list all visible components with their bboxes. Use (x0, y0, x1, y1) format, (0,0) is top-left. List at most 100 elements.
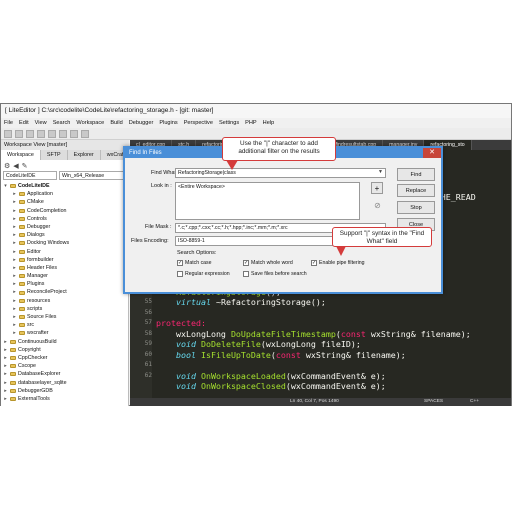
expand-arrow-icon[interactable]: ▸ (12, 190, 17, 198)
menu-file[interactable]: File (4, 118, 13, 128)
expand-arrow-icon[interactable]: ▸ (12, 313, 17, 321)
menu-search[interactable]: Search (53, 118, 71, 128)
tree-item[interactable]: ▸ CMake (3, 198, 127, 206)
expand-arrow-icon[interactable]: ▸ (12, 248, 17, 256)
match-whole-word-checkbox[interactable]: ✓ Match whole word (243, 260, 293, 266)
tree-item[interactable]: ▸ resources (3, 297, 127, 305)
configuration-combo[interactable]: Win_x64_Release (59, 171, 127, 180)
tree-item[interactable]: ▸ Application (3, 190, 127, 198)
clear-icon[interactable]: ⊘ (372, 200, 383, 211)
expand-arrow-icon[interactable]: ▸ (3, 395, 8, 403)
tab-workspace[interactable]: Workspace (1, 150, 41, 160)
enable-pipe-filtering-checkbox[interactable]: ✓ Enable pipe filtering (311, 260, 365, 266)
tree-item[interactable]: ▸ wxcrafter (3, 329, 127, 337)
wrench-icon[interactable]: ✎ (22, 162, 28, 170)
checkbox-box[interactable]: ✓ (243, 260, 249, 266)
expand-arrow-icon[interactable]: ▸ (12, 215, 17, 223)
menu-help[interactable]: Help (263, 118, 275, 128)
expand-arrow-icon[interactable]: ▸ (12, 256, 17, 264)
expand-arrow-icon[interactable]: ▸ (3, 379, 8, 387)
menu-plugins[interactable]: Plugins (159, 118, 177, 128)
tree-item[interactable]: ▸ Docking Windows (3, 239, 127, 247)
checkbox-box[interactable] (243, 271, 249, 277)
menu-settings[interactable]: Settings (219, 118, 239, 128)
tree-item[interactable]: ▸ Source Files (3, 313, 127, 321)
menu-debugger[interactable]: Debugger (129, 118, 154, 128)
open-file-icon[interactable] (15, 129, 23, 138)
chevron-down-icon[interactable]: ▼ (378, 169, 383, 175)
tree-item[interactable]: ▸ Controls (3, 215, 127, 223)
find-what-input[interactable]: RefactoringStorage|class (175, 168, 386, 178)
tree-item[interactable]: ▸ databaselayer_sqlite (3, 379, 127, 387)
expand-arrow-icon[interactable]: ▸ (12, 264, 17, 272)
expand-arrow-icon[interactable]: ▾ (3, 182, 8, 190)
regular-expression-checkbox[interactable]: Regular expression (177, 271, 230, 277)
tree-item[interactable]: ▸ CodeCompletion (3, 207, 127, 215)
expand-arrow-icon[interactable]: ▸ (12, 288, 17, 296)
find-button[interactable]: Find (397, 168, 435, 181)
expand-arrow-icon[interactable]: ▸ (12, 198, 17, 206)
expand-arrow-icon[interactable]: ▸ (12, 272, 17, 280)
expand-arrow-icon[interactable]: ▸ (3, 354, 8, 362)
project-combo[interactable]: CodeLiteIDE (3, 171, 57, 180)
tree-item[interactable]: ▸ formbuilder (3, 256, 127, 264)
expand-arrow-icon[interactable]: ▸ (3, 346, 8, 354)
tree-item[interactable]: ▸ Cscope (3, 362, 127, 370)
tree-item[interactable]: ▾ CodeLiteIDE (3, 182, 127, 190)
tree-item[interactable]: ▸ ContinuousBuild (3, 338, 127, 346)
menu-php[interactable]: PHP (245, 118, 257, 128)
debug-icon[interactable] (81, 129, 89, 138)
expand-arrow-icon[interactable]: ▸ (3, 362, 8, 370)
checkbox-box[interactable] (177, 271, 183, 277)
tab-explorer[interactable]: Explorer (68, 150, 101, 160)
menu-build[interactable]: Build (110, 118, 122, 128)
tree-item[interactable]: ▸ Editor (3, 248, 127, 256)
save-icon[interactable] (26, 129, 34, 138)
run-icon[interactable] (70, 129, 78, 138)
expand-arrow-icon[interactable]: ▸ (12, 280, 17, 288)
expand-arrow-icon[interactable]: ▸ (12, 239, 17, 247)
new-file-icon[interactable] (4, 129, 12, 138)
menu-view[interactable]: View (35, 118, 47, 128)
close-icon[interactable]: ✕ (423, 148, 441, 158)
checkbox-box[interactable]: ✓ (177, 260, 183, 266)
menu-edit[interactable]: Edit (19, 118, 29, 128)
tree-item[interactable]: ▸ DebuggerGDB (3, 387, 127, 395)
expand-arrow-icon[interactable]: ▸ (12, 297, 17, 305)
match-case-checkbox[interactable]: ✓ Match case (177, 260, 212, 266)
expand-arrow-icon[interactable]: ▸ (12, 305, 17, 313)
tree-item[interactable]: ▸ Manager (3, 272, 127, 280)
expand-arrow-icon[interactable]: ▸ (12, 223, 17, 231)
tree-item[interactable]: ▸ Copyright (3, 346, 127, 354)
tree-item[interactable]: ▸ Dialogs (3, 231, 127, 239)
replace-button[interactable]: Replace (397, 184, 435, 197)
tree-item[interactable]: ▸ DatabaseExplorer (3, 370, 127, 378)
tab-sftp[interactable]: SFTP (41, 150, 68, 160)
back-icon[interactable]: ◀ (13, 162, 18, 170)
build-icon[interactable] (59, 129, 67, 138)
tree-item[interactable]: ▸ scripts (3, 305, 127, 313)
tree-item[interactable]: ▸ src (3, 321, 127, 329)
expand-arrow-icon[interactable]: ▸ (12, 321, 17, 329)
checkbox-box[interactable]: ✓ (311, 260, 317, 266)
tree-item[interactable]: ▸ CppChecker (3, 354, 127, 362)
tree-item[interactable]: ▸ ReconcileProject (3, 288, 127, 296)
expand-arrow-icon[interactable]: ▸ (3, 370, 8, 378)
undo-icon[interactable] (37, 129, 45, 138)
expand-arrow-icon[interactable]: ▸ (12, 329, 17, 337)
expand-arrow-icon[interactable]: ▸ (3, 338, 8, 346)
add-location-button[interactable]: + (371, 182, 383, 194)
tree-item[interactable]: ▸ ExternalTools (3, 395, 127, 403)
expand-arrow-icon[interactable]: ▸ (3, 387, 8, 395)
menu-workspace[interactable]: Workspace (76, 118, 104, 128)
tree-item[interactable]: ▸ Header Files (3, 264, 127, 272)
look-in-list[interactable]: <Entire Workspace> (175, 182, 360, 220)
redo-icon[interactable] (48, 129, 56, 138)
menu-perspective[interactable]: Perspective (184, 118, 213, 128)
expand-arrow-icon[interactable]: ▸ (12, 207, 17, 215)
save-files-checkbox[interactable]: Save files before search (243, 271, 307, 277)
tree-item[interactable]: ▸ Plugins (3, 280, 127, 288)
gear-icon[interactable]: ⚙ (4, 162, 10, 170)
stop-button[interactable]: Stop (397, 201, 435, 214)
tree-item[interactable]: ▸ Debugger (3, 223, 127, 231)
